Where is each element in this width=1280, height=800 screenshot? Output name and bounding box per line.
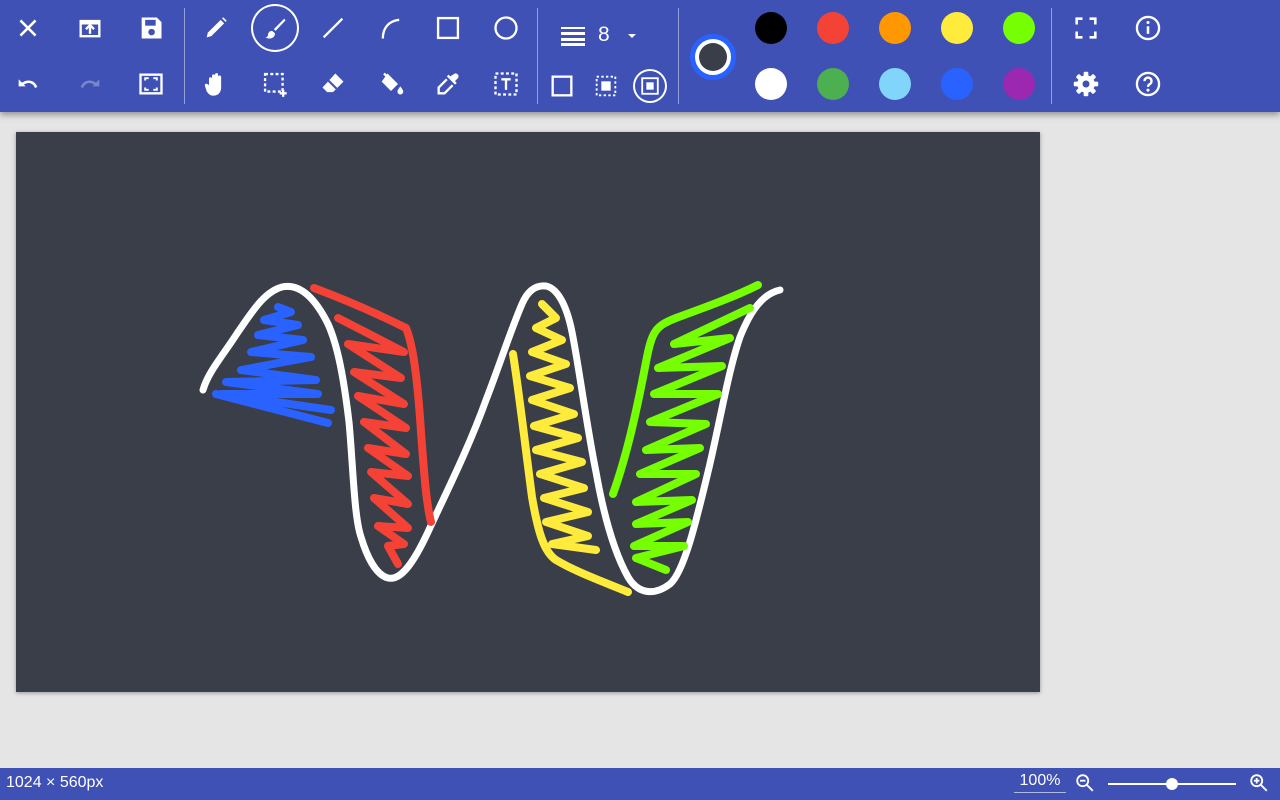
line-tool[interactable]: [311, 6, 355, 50]
zoom-out-icon: [1076, 774, 1094, 792]
brush-icon: [265, 18, 286, 39]
color-swatch[interactable]: [817, 12, 849, 44]
fullscreen-button[interactable]: [1064, 6, 1108, 50]
curve-icon: [381, 18, 400, 39]
resize-canvas-icon: [139, 73, 163, 95]
text-tool[interactable]: [484, 62, 528, 106]
outline-only-icon: [551, 75, 573, 97]
color-swatch[interactable]: [941, 12, 973, 44]
zoom-level-field[interactable]: 100%: [1014, 772, 1066, 793]
ellipse-icon: [494, 16, 518, 40]
eraser-tool[interactable]: [311, 62, 355, 106]
open-image-button[interactable]: [68, 6, 112, 50]
color-swatch[interactable]: [1003, 68, 1035, 100]
line-width-icon: [561, 27, 585, 46]
fill-mode-fill[interactable]: [584, 64, 628, 108]
help-button[interactable]: [1126, 62, 1170, 106]
pan-hand-icon: [204, 73, 222, 96]
undo-icon: [18, 79, 38, 89]
undo-button[interactable]: [6, 62, 50, 106]
color-swatch[interactable]: [941, 68, 973, 100]
fill-tool[interactable]: [369, 62, 413, 106]
color-swatch[interactable]: [1003, 12, 1035, 44]
canvas-size-label: 1024 × 560px: [6, 774, 104, 791]
color-swatch[interactable]: [755, 68, 787, 100]
fullscreen-icon: [1075, 17, 1097, 39]
info-button[interactable]: [1126, 6, 1170, 50]
zoom-slider[interactable]: [1108, 778, 1236, 790]
rectangle-tool[interactable]: [426, 6, 470, 50]
outline-and-fill-icon: [641, 77, 659, 95]
zoom-in-icon: [1250, 774, 1268, 792]
gear-icon: [1073, 71, 1099, 97]
info-icon: [1135, 15, 1161, 41]
fill-only-icon: [595, 75, 617, 97]
rectangle-icon: [436, 16, 460, 40]
toolbar-separator: [184, 8, 185, 104]
brush-tool[interactable]: [251, 4, 299, 52]
select-tool[interactable]: [253, 62, 297, 106]
save-icon: [141, 17, 162, 39]
save-button[interactable]: [129, 6, 173, 50]
select-icon: [263, 72, 287, 97]
toolbar: 8: [0, 0, 1280, 112]
current-color-fill: [699, 43, 727, 71]
stroke-size-value: 8: [598, 23, 610, 46]
close-button[interactable]: [6, 6, 50, 50]
ellipse-tool[interactable]: [484, 6, 528, 50]
chevron-down-icon: [627, 34, 636, 38]
color-swatch[interactable]: [879, 68, 911, 100]
eyedropper-tool[interactable]: [426, 62, 470, 106]
pencil-icon: [206, 17, 227, 38]
open-image-icon: [79, 19, 101, 38]
fill-mode-outline-and-fill[interactable]: [633, 69, 667, 103]
toolbar-separator: [537, 8, 538, 104]
toolbar-separator: [678, 8, 679, 104]
status-bar: 1024 × 560px 100%: [0, 768, 1280, 800]
close-icon: [19, 19, 37, 37]
help-icon: [1135, 71, 1161, 97]
redo-button[interactable]: [68, 62, 112, 106]
fill-mode-outline[interactable]: [540, 64, 584, 108]
pencil-tool[interactable]: [194, 6, 238, 50]
canvas-drawing: [16, 132, 1040, 692]
redo-icon: [80, 79, 100, 89]
color-swatch[interactable]: [817, 68, 849, 100]
current-color-picker[interactable]: [690, 34, 736, 80]
eraser-icon: [322, 73, 344, 93]
color-swatch[interactable]: [755, 12, 787, 44]
zoom-in-button[interactable]: [1248, 772, 1270, 794]
pan-tool[interactable]: [194, 62, 238, 106]
zoom-slider-thumb[interactable]: [1166, 778, 1178, 790]
text-icon: [494, 72, 518, 96]
eyedropper-icon: [437, 73, 459, 95]
line-icon: [322, 17, 344, 39]
zoom-out-button[interactable]: [1074, 772, 1096, 794]
color-swatch[interactable]: [879, 12, 911, 44]
fill-bucket-icon: [381, 72, 404, 95]
settings-button[interactable]: [1064, 62, 1108, 106]
toolbar-separator: [1051, 8, 1052, 104]
resize-canvas-button[interactable]: [129, 62, 173, 106]
drawing-canvas[interactable]: [16, 132, 1040, 692]
canvas-background: [16, 132, 1040, 692]
stroke-size-select[interactable]: 8: [558, 16, 658, 54]
curve-tool[interactable]: [369, 6, 413, 50]
